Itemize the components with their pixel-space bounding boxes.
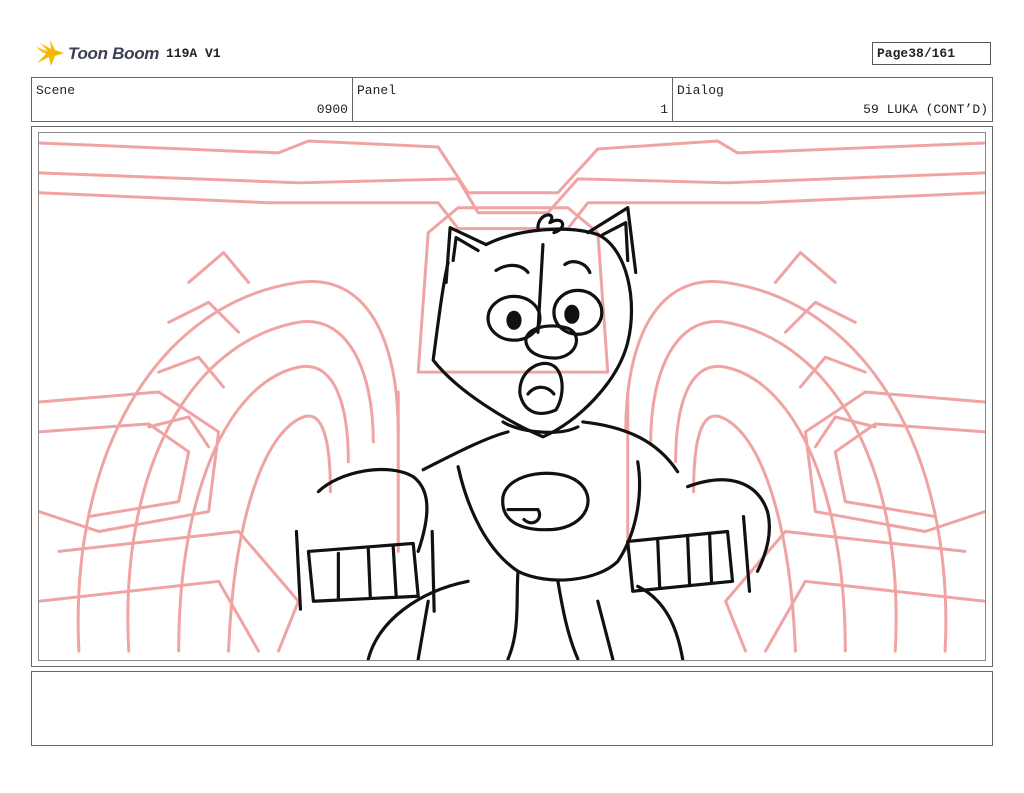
storyboard-sketch (39, 139, 985, 660)
panel-cell: Panel 1 (353, 78, 673, 121)
scene-value: 0900 (316, 102, 348, 117)
toon-boom-star-icon (36, 40, 64, 66)
panel-value: 1 (660, 102, 668, 117)
dialog-label: Dialog (677, 83, 724, 98)
dialog-value: 59 LUKA (CONT’D) (863, 102, 988, 117)
panel-frame (31, 126, 993, 667)
scene-cell: Scene 0900 (32, 78, 353, 121)
storyboard-version: 119A V1 (166, 46, 221, 61)
panel-label: Panel (357, 83, 397, 98)
toon-boom-logo: Toon Boom (34, 38, 159, 70)
panel-drawing (38, 132, 986, 661)
panel-info-row: Scene 0900 Panel 1 Dialog 59 LUKA (CONT’… (31, 77, 993, 122)
panel-notes-box (31, 671, 993, 746)
scene-label: Scene (36, 83, 76, 98)
background-sketch (39, 139, 985, 653)
brand-name: Toon Boom (68, 44, 160, 63)
page-value: 38/161 (908, 46, 956, 61)
page-label: Page (877, 46, 909, 61)
dialog-cell: Dialog 59 LUKA (CONT’D) (673, 78, 992, 121)
page-counter: Page 38/161 (872, 42, 991, 65)
